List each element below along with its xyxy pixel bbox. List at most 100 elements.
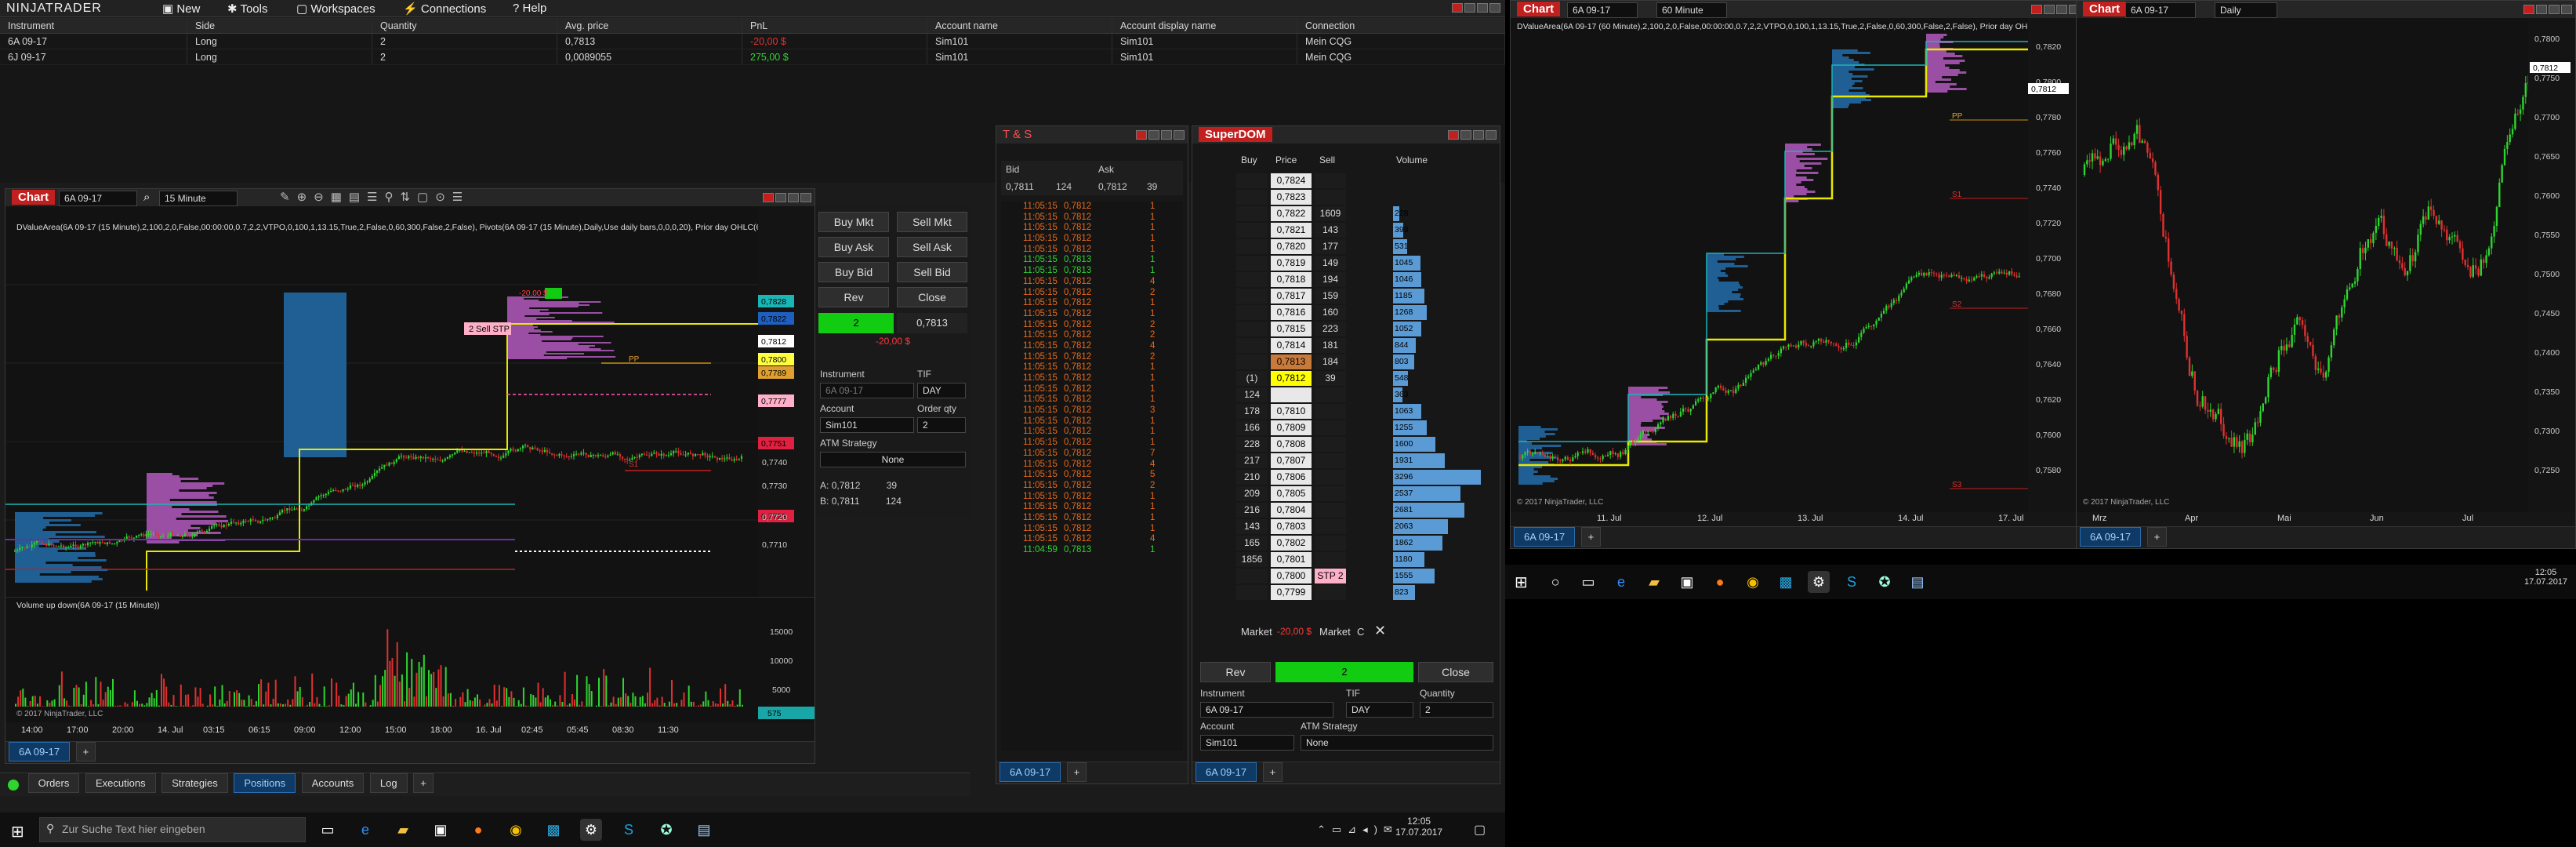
dom-row[interactable]: 0,7799 823 (1236, 585, 1495, 602)
ts-tab[interactable]: 6A 09-17 (1000, 762, 1061, 782)
account-select[interactable]: Sim101 (820, 417, 914, 433)
file-explorer-icon[interactable]: ▰ (392, 819, 414, 841)
app-icon[interactable]: ▤ (1907, 571, 1928, 593)
store-icon[interactable]: ▣ (1676, 571, 1698, 593)
col-avg-price[interactable]: Avg. price (557, 18, 742, 33)
skype-icon[interactable]: S (618, 819, 640, 841)
add-tab-button[interactable]: + (1580, 527, 1602, 547)
dom-row[interactable]: 209 0,7805 2537 (1236, 486, 1495, 503)
dom-ladder[interactable]: 0,7824 0,7823 0,7822 1609 228 0,7821 143 393 0,7… (1236, 173, 1495, 602)
chrome-icon[interactable]: ◉ (505, 819, 527, 841)
dom-row[interactable]: 0,7800 STP 2 1555 (1236, 569, 1495, 585)
tab-executions[interactable]: Executions (85, 773, 156, 793)
taskbar-clock[interactable]: 12:05 17.07.2017 (1395, 816, 1442, 838)
skype-icon[interactable]: S (1841, 571, 1863, 593)
add-tab-button[interactable]: + (75, 742, 96, 762)
col-side[interactable]: Side (187, 18, 372, 33)
reverse-button[interactable]: Rev (818, 287, 889, 307)
col-pnl[interactable]: PnL (742, 18, 927, 33)
dom-row[interactable]: 166 0,7809 1255 (1236, 420, 1495, 437)
buy-ask-button[interactable]: Buy Ask (818, 237, 889, 257)
menu-tools[interactable]: ✱ Tools (227, 2, 268, 16)
superdom-tab[interactable]: 6A 09-17 (1195, 762, 1257, 782)
ninjatrader-taskbar-icon[interactable]: ⚙ (1808, 571, 1830, 593)
reverse-button[interactable]: Rev (1200, 662, 1271, 682)
firefox-icon[interactable]: ● (467, 819, 489, 841)
taskbar-search-input[interactable]: ⚲ Zur Suche Text hier eingeben (39, 817, 306, 842)
system-tray-icons[interactable]: ⌃▭⊿◂)✉ (1317, 823, 1399, 836)
store-icon[interactable]: ▣ (430, 819, 452, 841)
dom-row[interactable]: 0,7820 177 531 (1236, 239, 1495, 256)
window-controls[interactable] (2030, 4, 2080, 17)
cancel-all-icon[interactable]: ✕ (1374, 623, 1386, 639)
price-chart-60min[interactable]: PP S1 S2 S3 DValueArea(6A 09-17 (60 Minu… (1511, 18, 2083, 512)
dom-row[interactable]: 216 0,7804 2681 (1236, 503, 1495, 519)
market-right-button[interactable]: Market (1319, 626, 1351, 638)
dom-row[interactable]: 0,7815 223 1052 (1236, 322, 1495, 338)
dom-row[interactable]: 0,7818 194 1046 (1236, 272, 1495, 289)
taskbar-clock[interactable]: 12:05 17.07.2017 (2524, 568, 2567, 587)
windows-start-icon[interactable]: ⊞ (11, 822, 24, 842)
task-view-icon[interactable]: ▭ (317, 819, 339, 841)
search-icon[interactable]: ⌕ (143, 191, 150, 204)
account-select[interactable]: Sim101 (1200, 735, 1294, 751)
app-icon[interactable]: ▩ (542, 819, 564, 841)
dom-row[interactable]: 0,7814 181 844 (1236, 338, 1495, 354)
buy-bid-button[interactable]: Buy Bid (818, 262, 889, 282)
chrome-icon[interactable]: ◉ (1742, 571, 1764, 593)
price-chart-daily[interactable]: 0,7800 0,7750 0,7700 0,7650 0,7600 0,7550 0,75… (2077, 18, 2575, 512)
dom-row[interactable]: 0,7816 160 1268 (1236, 305, 1495, 322)
interval-selector[interactable]: 15 Minute (159, 191, 238, 206)
dom-row[interactable]: 0,7813 184 803 (1236, 354, 1495, 371)
dom-row[interactable]: 0,7817 159 1185 (1236, 289, 1495, 305)
dom-row[interactable]: 0,7819 149 1045 (1236, 256, 1495, 272)
windows-start-icon[interactable]: ⊞ (1515, 573, 1528, 592)
dom-row[interactable]: 0,7823 (1236, 190, 1495, 206)
edge-browser-icon[interactable]: e (1610, 571, 1632, 593)
tab-log[interactable]: Log (369, 773, 408, 793)
tif-select[interactable]: DAY (1346, 702, 1413, 718)
sell-ask-button[interactable]: Sell Ask (897, 237, 967, 257)
tab-strategies[interactable]: Strategies (161, 773, 228, 793)
window-controls[interactable] (1446, 129, 1497, 143)
buy-mkt-button[interactable]: Buy Mkt (818, 212, 889, 232)
app-icon[interactable]: ▩ (1775, 571, 1797, 593)
task-view-icon[interactable]: ▭ (1577, 571, 1599, 593)
cancel-c-button[interactable]: C (1357, 626, 1364, 638)
add-tab-button[interactable]: + (1066, 762, 1087, 782)
edge-browser-icon[interactable]: e (354, 819, 376, 841)
menu-workspaces[interactable]: ▢ Workspaces (296, 2, 376, 16)
tif-select[interactable]: DAY (917, 383, 966, 398)
dom-row[interactable]: 217 0,7807 1931 (1236, 453, 1495, 470)
interval-selector[interactable]: 60 Minute (1656, 2, 1727, 18)
col-connection[interactable]: Connection (1297, 18, 1505, 33)
notification-icon[interactable]: ▢ (1474, 822, 1486, 838)
menu-help[interactable]: ? Help (513, 2, 546, 15)
dom-row[interactable]: 0,7822 1609 228 (1236, 206, 1495, 223)
chart-tab[interactable]: 6A 09-17 (9, 742, 71, 762)
chart-tab[interactable]: 6A 09-17 (2080, 527, 2142, 547)
add-tab-button[interactable]: + (1262, 762, 1283, 782)
tab-positions[interactable]: Positions (234, 773, 296, 793)
firefox-icon[interactable]: ● (1709, 571, 1731, 593)
order-qty-input[interactable]: 2 (917, 417, 966, 433)
dom-row[interactable]: 1856 0,7801 1180 (1236, 552, 1495, 569)
app-icon[interactable]: ✪ (655, 819, 677, 841)
menu-connections[interactable]: ⚡ Connections (403, 2, 486, 16)
quantity-input[interactable]: 2 (1420, 702, 1493, 718)
dom-row[interactable]: 178 0,7810 1063 (1236, 404, 1495, 420)
dom-row[interactable]: 165 0,7802 1862 (1236, 536, 1495, 552)
atm-select[interactable]: None (820, 452, 966, 467)
interval-selector[interactable]: Daily (2215, 2, 2277, 18)
chart-toolbar-icons[interactable]: ✎⊕⊖▦▤☰⚲⇅▢⊙☰ (280, 190, 470, 204)
instrument-selector[interactable]: 6A 09-17 (1567, 2, 1638, 18)
add-tab-button[interactable]: + (2146, 527, 2168, 547)
instrument-selector[interactable]: 6A 09-17 (59, 191, 137, 206)
dom-row[interactable]: (1) 0,7812 39 548 (1236, 371, 1495, 387)
cortana-icon[interactable]: ○ (1544, 571, 1566, 593)
app-icon[interactable]: ✪ (1874, 571, 1896, 593)
market-left-button[interactable]: Market (1241, 626, 1272, 638)
positions-row[interactable]: 6A 09-17 Long 2 0,7813 -20,00 $ Sim101 S… (0, 34, 1505, 49)
dom-row[interactable]: 143 0,7803 2063 (1236, 519, 1495, 536)
menu-new[interactable]: ▣ New (162, 2, 200, 16)
